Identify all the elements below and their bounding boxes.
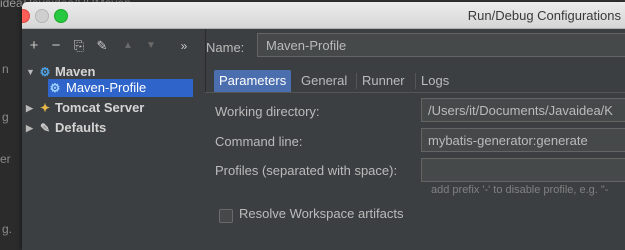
- background-fragment: g.: [2, 222, 13, 236]
- add-icon[interactable]: +: [25, 37, 43, 55]
- command-line-label: Command line:: [215, 134, 303, 149]
- tree-item-label: Defaults: [55, 120, 107, 135]
- minimize-window-button[interactable]: [35, 9, 49, 23]
- tomcat-icon: ✦: [39, 101, 51, 115]
- parameters-panel: Working directory: /Users/it/Documents/J…: [205, 92, 625, 250]
- resolve-workspace-label[interactable]: Resolve Workspace artifacts: [239, 206, 404, 221]
- expanded-arrow-icon[interactable]: ▼: [26, 63, 38, 81]
- tab-logs[interactable]: Logs: [416, 70, 454, 92]
- collapsed-arrow-icon[interactable]: ▶: [26, 99, 38, 117]
- command-line-field[interactable]: mybatis-generator:generate: [421, 128, 625, 152]
- run-debug-dialog: Run/Debug Configurations + − ⎘ ✎ ▲ ▼ » ▼…: [22, 2, 625, 250]
- background-editor: [0, 0, 22, 250]
- wrench-icon: ✎: [39, 121, 51, 135]
- tab-runner[interactable]: Runner: [357, 70, 410, 92]
- resolve-workspace-checkbox[interactable]: [219, 209, 233, 223]
- more-icon[interactable]: »: [175, 37, 193, 55]
- remove-icon[interactable]: −: [47, 37, 65, 55]
- profiles-label: Profiles (separated with space):: [215, 163, 398, 178]
- configurations-toolbar: + − ⎘ ✎ ▲ ▼ »: [22, 37, 205, 59]
- configurations-pane: + − ⎘ ✎ ▲ ▼ » ▼ ⚙ Maven ⚙ Maven-Profile ▶ ✦…: [22, 29, 206, 250]
- tree-item-tomcat[interactable]: ▶ ✦ Tomcat Server: [26, 99, 144, 117]
- maven-profile-icon-wrap: ⚙: [48, 79, 65, 97]
- background-fragment: n: [2, 62, 9, 76]
- name-input[interactable]: Maven-Profile: [257, 33, 625, 57]
- tree-item-defaults[interactable]: ▶ ✎ Defaults: [26, 119, 106, 137]
- wrench-icon[interactable]: ✎: [93, 37, 111, 55]
- maximize-window-button[interactable]: [54, 9, 68, 23]
- window-title: Run/Debug Configurations: [467, 8, 621, 23]
- background-fragment: er: [0, 152, 11, 166]
- close-window-button[interactable]: [22, 9, 30, 23]
- background-fragment: g: [2, 110, 9, 124]
- copy-icon[interactable]: ⎘: [70, 37, 88, 55]
- working-directory-field[interactable]: /Users/it/Documents/Javaidea/K: [421, 98, 625, 122]
- tree-item-maven-profile[interactable]: Maven-Profile: [66, 79, 146, 97]
- title-bar: Run/Debug Configurations: [22, 2, 625, 29]
- move-down-icon[interactable]: ▼: [142, 37, 160, 55]
- move-up-icon[interactable]: ▲: [119, 37, 137, 55]
- collapsed-arrow-icon[interactable]: ▶: [26, 119, 38, 137]
- profiles-field[interactable]: [421, 158, 625, 182]
- tree-item-label: Maven: [55, 64, 96, 79]
- profiles-hint: add prefix '-' to disable profile, e.g. …: [431, 184, 609, 196]
- maven-gear-icon: ⚙: [49, 81, 61, 95]
- tree-item-label: Tomcat Server: [55, 100, 145, 115]
- name-label: Name:: [206, 40, 245, 55]
- tab-general[interactable]: General: [296, 70, 352, 92]
- tab-parameters[interactable]: Parameters: [214, 70, 292, 92]
- working-directory-label: Working directory:: [215, 104, 320, 119]
